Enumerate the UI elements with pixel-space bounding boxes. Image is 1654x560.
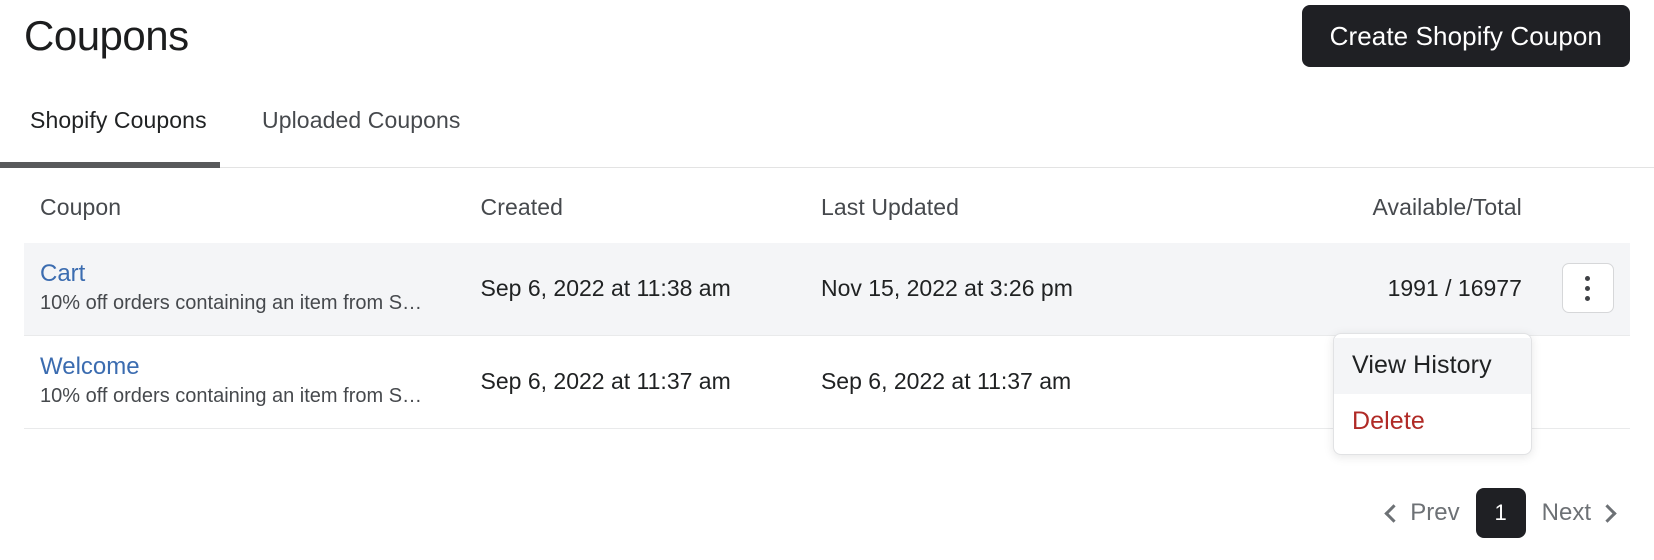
page-header: Coupons Create Shopify Coupon bbox=[0, 0, 1654, 78]
cell-available-total: 1991 / 16977 bbox=[1387, 274, 1522, 301]
row-actions-kebab-icon[interactable] bbox=[1561, 263, 1614, 313]
cell-actions bbox=[1538, 336, 1630, 429]
row-actions-dropdown-menu[interactable]: View History Delete bbox=[1333, 333, 1532, 455]
pagination-prev-label: Prev bbox=[1410, 499, 1460, 526]
tab-bar: Shopify Coupons Uploaded Coupons bbox=[0, 78, 1654, 168]
kebab-dot-3 bbox=[1585, 295, 1591, 301]
column-header-actions bbox=[1538, 168, 1630, 243]
page-title: Coupons bbox=[24, 12, 189, 59]
kebab-dot-1 bbox=[1585, 275, 1591, 281]
coupon-name-link[interactable]: Cart bbox=[40, 259, 449, 289]
table-header-row: Coupon Created Last Updated Available/To… bbox=[24, 168, 1630, 243]
pagination-prev-button[interactable]: Prev bbox=[1371, 493, 1475, 533]
tab-shopify-coupons[interactable]: Shopify Coupons bbox=[24, 106, 213, 162]
cell-actions bbox=[1538, 243, 1630, 336]
coupon-name-link[interactable]: Welcome bbox=[40, 352, 449, 382]
coupon-description: 10% off orders containing an item from S… bbox=[40, 385, 430, 407]
cell-created: Sep 6, 2022 at 11:38 am bbox=[480, 274, 731, 301]
chevron-left-icon bbox=[1384, 503, 1403, 523]
column-header-last-updated: Last Updated bbox=[820, 194, 959, 220]
column-header-created: Created bbox=[480, 194, 564, 220]
cell-coupon: Welcome 10% off orders containing an ite… bbox=[24, 336, 465, 429]
tab-uploaded-coupons[interactable]: Uploaded Coupons bbox=[256, 106, 467, 162]
table-row[interactable]: Cart 10% off orders containing an item f… bbox=[24, 243, 1630, 336]
column-header-available-total: Available/Total bbox=[1372, 194, 1522, 220]
coupon-description: 10% off orders containing an item from S… bbox=[40, 292, 430, 314]
pagination: Prev 1 Next bbox=[1371, 488, 1630, 538]
pagination-next-label: Next bbox=[1541, 499, 1591, 526]
cell-last-updated: Sep 6, 2022 at 11:37 am bbox=[820, 367, 1072, 394]
kebab-dot-2 bbox=[1585, 285, 1591, 291]
column-header-coupon: Coupon bbox=[40, 194, 122, 220]
table-head: Coupon Created Last Updated Available/To… bbox=[24, 168, 1630, 243]
pagination-next-button[interactable]: Next bbox=[1526, 493, 1630, 533]
pagination-page-1-button[interactable]: 1 bbox=[1475, 488, 1526, 538]
cell-created: Sep 6, 2022 at 11:37 am bbox=[480, 367, 731, 394]
menu-item-view-history[interactable]: View History bbox=[1334, 338, 1531, 394]
chevron-right-icon bbox=[1598, 503, 1617, 523]
cell-last-updated: Nov 15, 2022 at 3:26 pm bbox=[820, 274, 1073, 301]
create-shopify-coupon-button[interactable]: Create Shopify Coupon bbox=[1301, 5, 1630, 67]
menu-item-delete[interactable]: Delete bbox=[1334, 394, 1531, 450]
cell-coupon: Cart 10% off orders containing an item f… bbox=[24, 243, 465, 336]
